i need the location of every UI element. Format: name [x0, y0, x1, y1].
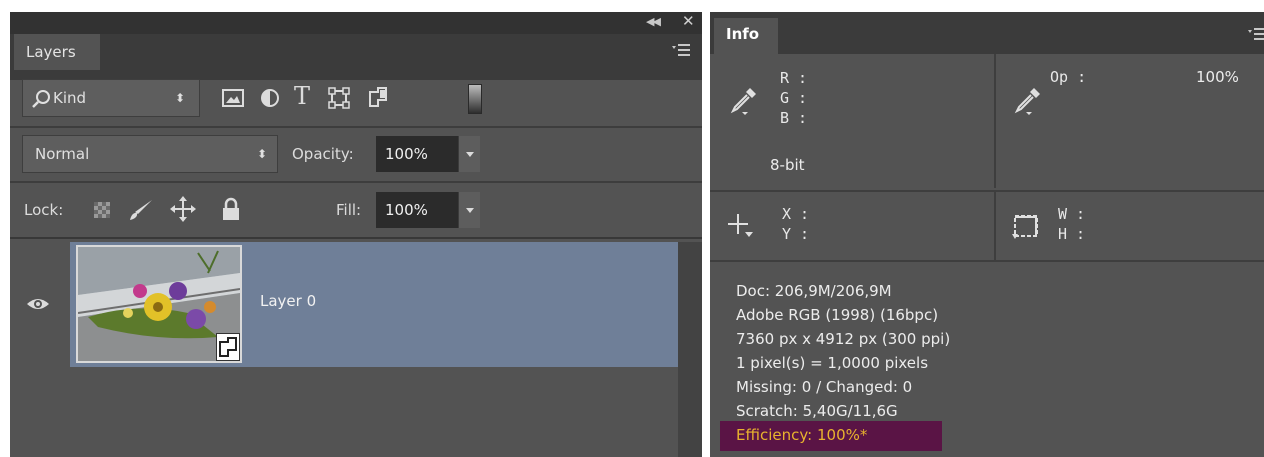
op-value: 100% — [1196, 68, 1239, 86]
doc-size-line: Doc: 206,9M/206,9M — [736, 282, 892, 300]
fill-label: Fill: — [336, 201, 362, 219]
dropdown-arrows-icon: ⬍ — [175, 91, 186, 105]
layer-thumbnail[interactable] — [76, 245, 242, 363]
opacity-slider-button[interactable] — [458, 136, 480, 172]
info-tab-row — [710, 12, 1264, 54]
pixel-ratio-line: 1 pixel(s) = 1,0000 pixels — [736, 354, 929, 372]
w-label: W : — [1058, 205, 1086, 223]
lock-transparent-pixels-icon[interactable] — [94, 202, 110, 218]
collapse-panel-icon[interactable]: ◀◀ — [646, 15, 661, 28]
lock-image-pixels-icon[interactable] — [128, 198, 154, 222]
info-tab[interactable]: Info — [714, 18, 778, 54]
scratch-line: Scratch: 5,40G/11,6G — [736, 402, 898, 420]
panel-menu-icon[interactable] — [672, 44, 692, 56]
layers-panel: ◀◀ ✕ Layers Kind ⬍ T Normal ⬍ Opacity: 1… — [10, 12, 702, 457]
filter-kind-dropdown[interactable]: Kind ⬍ — [22, 79, 200, 117]
fill-input[interactable]: 100% — [376, 192, 458, 228]
visibility-eye-icon[interactable] — [26, 296, 50, 312]
filter-toggle-icon[interactable] — [468, 84, 482, 114]
divider — [10, 126, 702, 128]
panel-menu-icon[interactable] — [1248, 28, 1264, 40]
shape-layer-filter-icon[interactable] — [328, 87, 350, 109]
dropdown-arrows-icon: ⬍ — [257, 147, 268, 161]
color-profile-line: Adobe RGB (1998) (16bpc) — [736, 306, 939, 324]
blend-mode-dropdown[interactable]: Normal ⬍ — [22, 135, 278, 173]
fill-slider-button[interactable] — [458, 192, 480, 228]
crosshair-icon — [728, 212, 754, 238]
search-icon — [31, 89, 51, 109]
divider — [710, 190, 1264, 192]
blend-mode-value: Normal — [35, 145, 90, 163]
panel-title-bar: ◀◀ ✕ — [10, 12, 702, 34]
b-channel-label: B : — [780, 109, 808, 127]
op-label: Op : — [1050, 68, 1087, 86]
pixel-layer-filter-icon[interactable] — [222, 89, 244, 107]
info-panel: Info R : G : B : 8-bit Op : 100% X : Y :… — [710, 12, 1264, 457]
eyedropper-icon[interactable] — [730, 86, 758, 116]
lock-all-icon[interactable] — [222, 197, 240, 221]
lock-position-icon[interactable] — [170, 196, 196, 222]
bit-depth-label: 8-bit — [770, 156, 805, 174]
layer-name[interactable]: Layer 0 — [260, 292, 316, 310]
divider — [994, 192, 996, 260]
divider — [710, 260, 1264, 262]
layers-scrollbar[interactable] — [678, 242, 702, 457]
selection-size-icon — [1012, 212, 1042, 240]
adjustment-layer-filter-icon[interactable] — [260, 88, 280, 108]
lock-label: Lock: — [24, 201, 64, 219]
r-channel-label: R : — [780, 69, 808, 87]
divider — [10, 237, 702, 239]
smart-object-badge-icon — [216, 333, 240, 361]
opacity-input[interactable]: 100% — [376, 136, 458, 172]
rgb-readout: R : G : B : — [780, 68, 807, 128]
close-panel-icon[interactable]: ✕ — [682, 12, 695, 30]
efficiency-line: Efficiency: 100%* — [736, 426, 868, 444]
opacity-eyedropper-icon[interactable] — [1014, 86, 1042, 116]
xy-readout: X : Y : — [782, 204, 809, 244]
y-label: Y : — [782, 225, 810, 243]
x-label: X : — [782, 205, 810, 223]
dimensions-line: 7360 px x 4912 px (300 ppi) — [736, 330, 951, 348]
missing-changed-line: Missing: 0 / Changed: 0 — [736, 378, 913, 396]
opacity-label: Opacity: — [292, 145, 354, 163]
layers-tab-row — [10, 34, 702, 80]
smart-object-filter-icon[interactable] — [368, 86, 388, 108]
filter-kind-label: Kind — [53, 89, 87, 107]
divider — [10, 181, 702, 183]
layers-tab[interactable]: Layers — [14, 34, 100, 70]
h-label: H : — [1058, 225, 1086, 243]
g-channel-label: G : — [780, 89, 808, 107]
wh-readout: W : H : — [1058, 204, 1085, 244]
divider — [994, 54, 996, 188]
type-layer-filter-icon[interactable]: T — [294, 82, 310, 110]
